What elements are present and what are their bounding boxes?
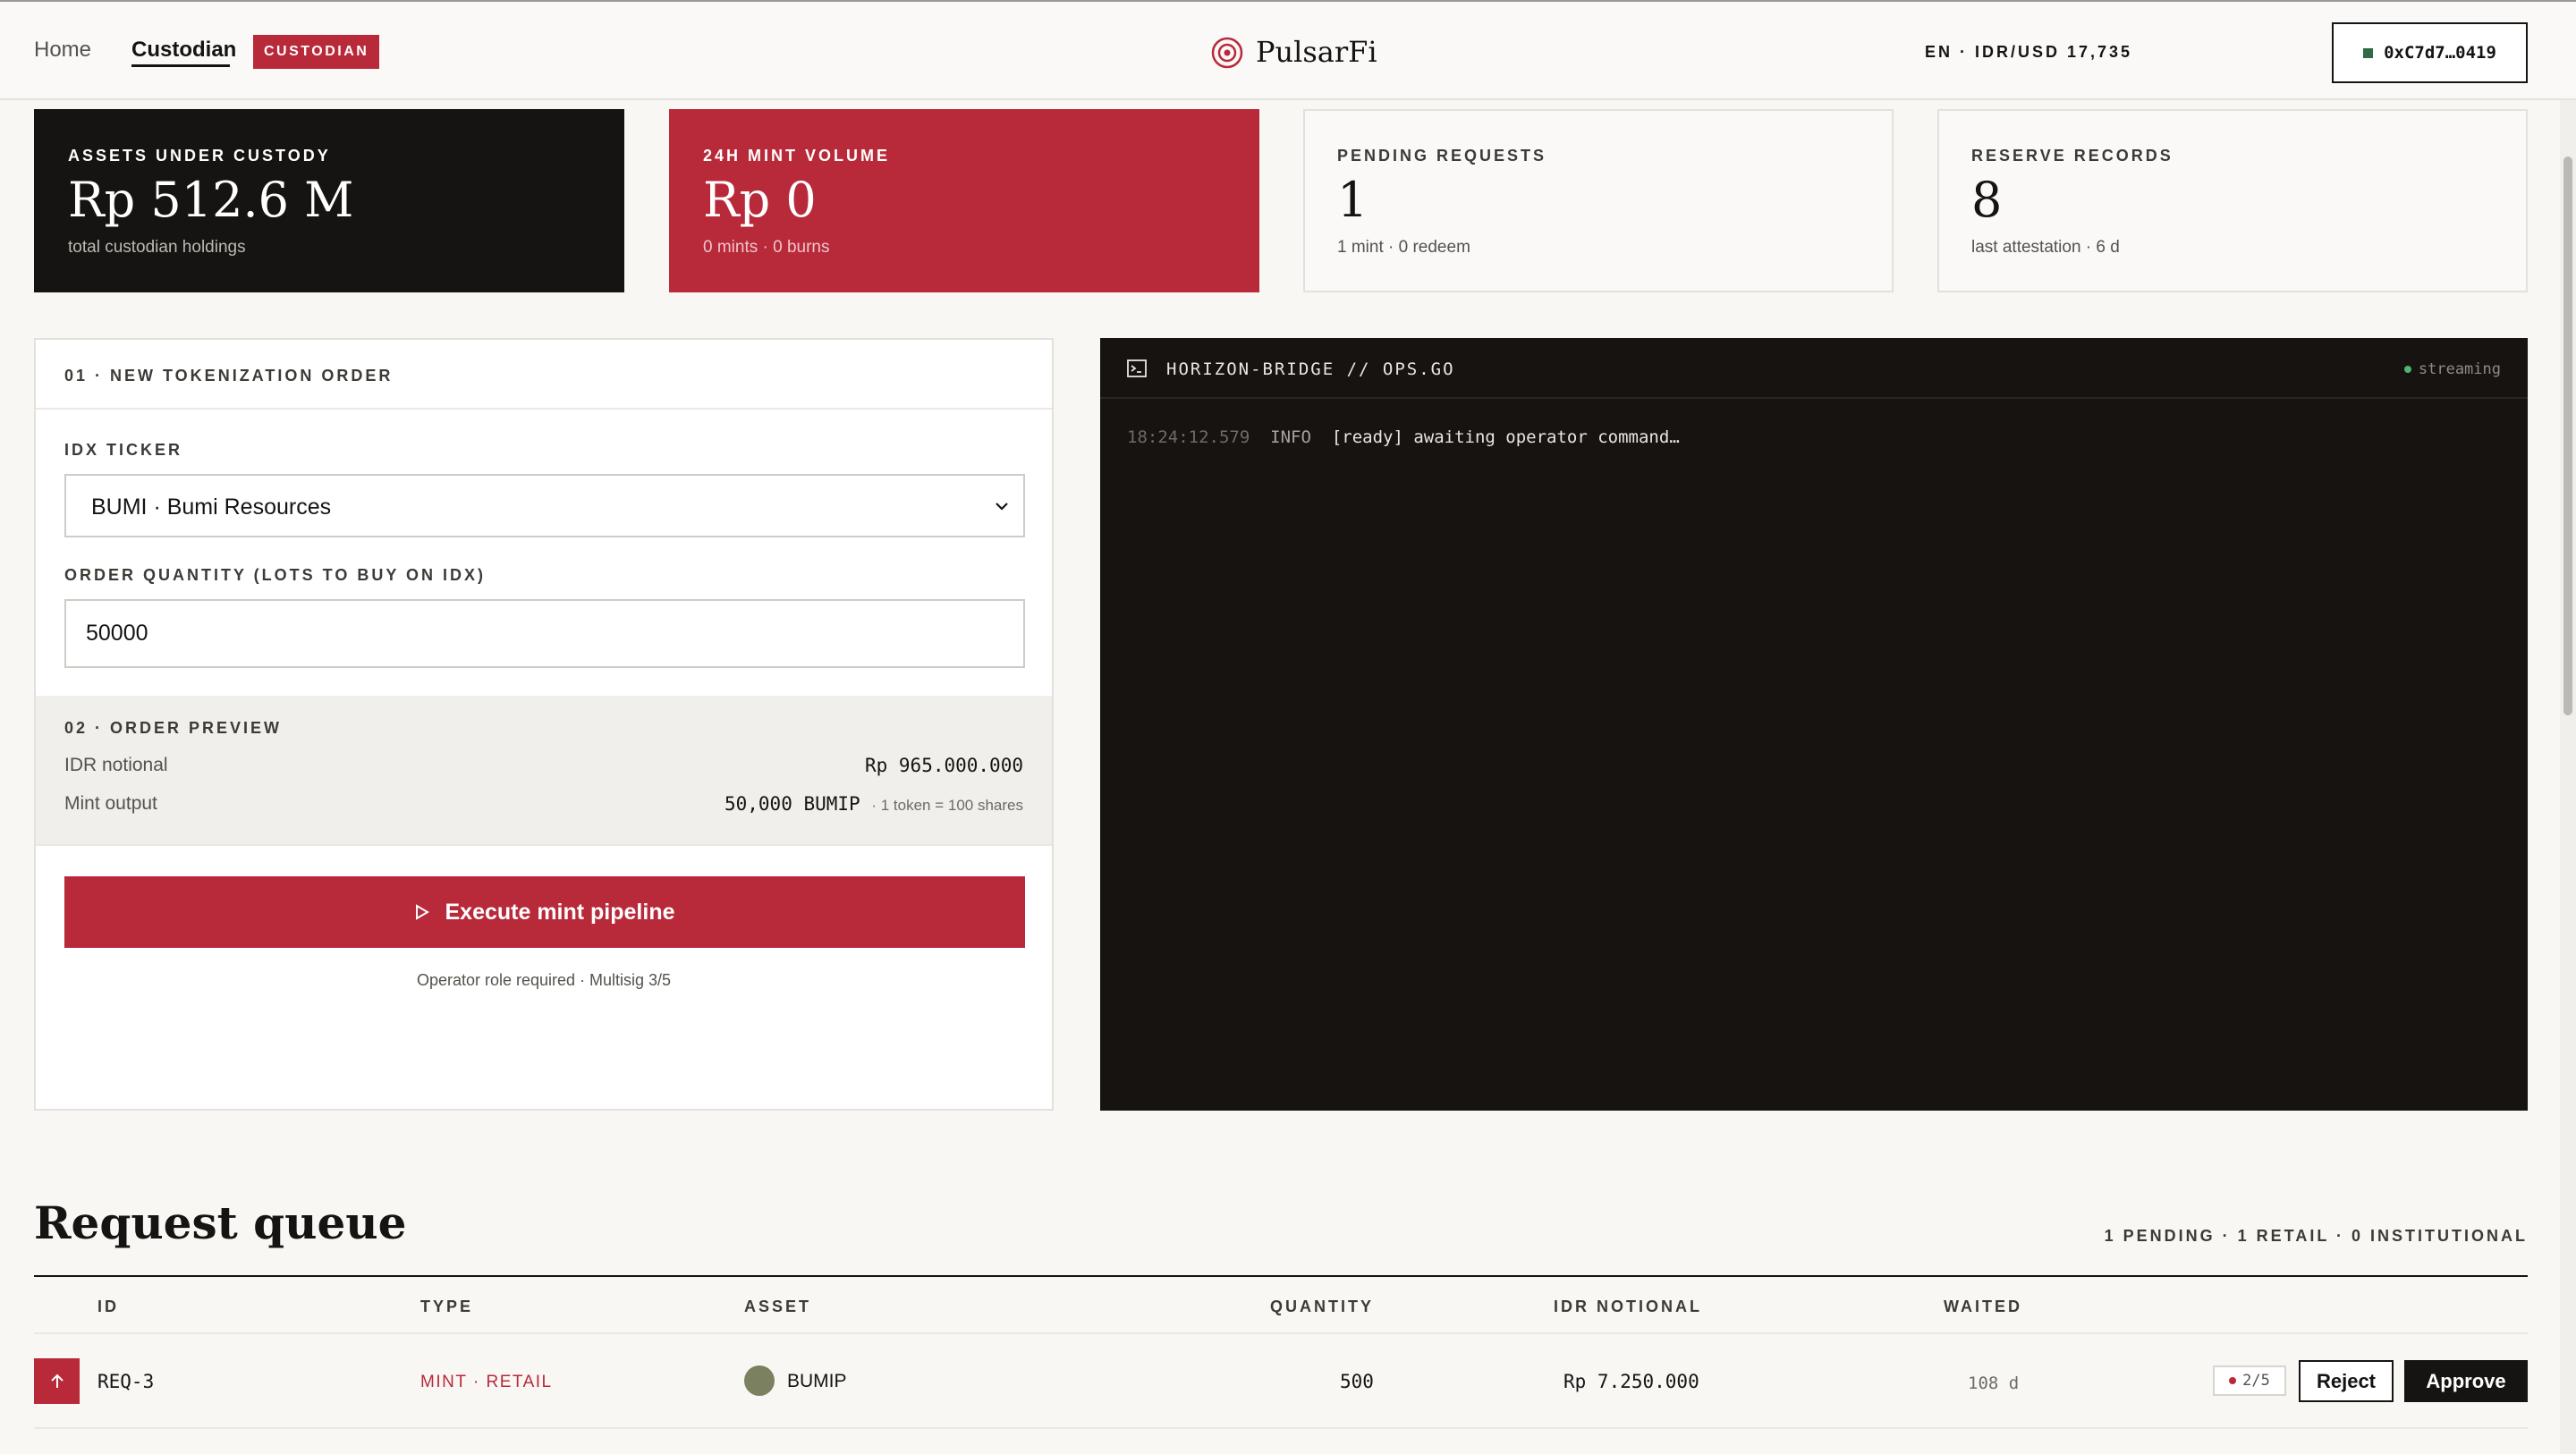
tokenization-order-panel: 01 · NEW TOKENIZATION ORDER IDX TICKER B…: [34, 338, 1054, 1111]
approve-button[interactable]: Approve: [2404, 1360, 2528, 1402]
mint-ratio-note: · 1 token = 100 shares: [871, 797, 1023, 814]
column-header-notional: IDR NOTIONAL: [1554, 1298, 1702, 1315]
mint-output-label: Mint output: [64, 793, 157, 814]
stat-value: Rp 512.6 M: [68, 172, 354, 228]
wallet-button[interactable]: 0xC7d7…0419: [2332, 22, 2528, 83]
column-header-type: TYPE: [420, 1298, 474, 1315]
execute-requirement-note: Operator role required · Multisig 3/5: [416, 971, 672, 989]
signature-count-badge: 2/5: [2213, 1365, 2286, 1396]
stat-subtext: 1 mint · 0 redeem: [1337, 238, 1470, 257]
column-header-quantity: QUANTITY: [1270, 1298, 1374, 1315]
table-row-divider: [34, 1427, 2528, 1429]
stream-status-label: streaming: [2418, 360, 2501, 378]
stat-value: 1: [1337, 172, 1368, 228]
log-timestamp: 18:24:12.579: [1127, 427, 1250, 447]
brand-logo-icon: [1211, 37, 1243, 69]
stat-label: PENDING REQUESTS: [1337, 147, 1547, 165]
stat-card-reserve: RESERVE RECORDS 8 last attestation · 6 d: [1937, 109, 2528, 292]
stat-value: Rp 0: [703, 172, 817, 228]
request-type: MINT · RETAIL: [420, 1373, 553, 1391]
column-header-id: ID: [97, 1298, 119, 1315]
stat-label: RESERVE RECORDS: [1971, 147, 2174, 165]
execute-mint-label: Execute mint pipeline: [445, 899, 675, 925]
notional-label: IDR notional: [64, 755, 168, 775]
brand-logo[interactable]: PulsarFi: [1209, 32, 1377, 72]
stream-status-dot: [2403, 366, 2411, 373]
log-level: INFO: [1270, 427, 1311, 447]
log-line: 18:24:12.579 INFO [ready] awaiting opera…: [1127, 427, 1680, 447]
preview-row-mint: Mint output 50,000 BUMIP · 1 token = 100…: [64, 790, 1023, 816]
chevron-down-icon: [996, 503, 1008, 511]
nav-home-link[interactable]: Home: [34, 38, 91, 63]
column-header-waited: WAITED: [1944, 1298, 2022, 1315]
wallet-address: 0xC7d7…0419: [2384, 43, 2496, 63]
request-asset: BUMIP: [787, 1371, 847, 1391]
ticker-label: IDX TICKER: [64, 441, 183, 459]
request-notional: Rp 7.250.000: [1563, 1371, 1699, 1392]
terminal-header: HORIZON-BRIDGE // OPS.GO streaming: [1100, 338, 2528, 399]
preview-row-notional: IDR notional Rp 965.000.000: [64, 751, 1023, 778]
order-panel-header: 01 · NEW TOKENIZATION ORDER: [36, 340, 1052, 410]
log-message: [ready] awaiting operator command…: [1331, 427, 1680, 447]
quantity-label: ORDER QUANTITY (LOTS TO BUY ON IDX): [64, 566, 487, 584]
preview-title: 02 · ORDER PREVIEW: [64, 719, 283, 737]
signature-status-dot: [2229, 1377, 2237, 1384]
active-nav-indicator: [131, 64, 230, 67]
stat-subtext: 0 mints · 0 burns: [703, 238, 830, 257]
request-waited: 108 d: [1968, 1374, 2020, 1393]
order-preview: 02 · ORDER PREVIEW IDR notional Rp 965.0…: [36, 696, 1052, 846]
stat-subtext: last attestation · 6 d: [1971, 238, 2120, 257]
brand-name: PulsarFi: [1256, 35, 1377, 69]
ticker-selected-value: BUMI · Bumi Resources: [91, 495, 332, 520]
stat-card-pending: PENDING REQUESTS 1 1 mint · 0 redeem: [1303, 109, 1894, 292]
play-icon: [416, 904, 430, 920]
stat-label: 24H MINT VOLUME: [703, 147, 891, 165]
terminal-icon: [1127, 359, 1147, 377]
quantity-input[interactable]: 50000: [64, 599, 1025, 668]
mint-output-value: 50,000 BUMIP · 1 token = 100 shares: [724, 793, 1023, 815]
queue-header-rule: [34, 1275, 2528, 1277]
stat-card-mint-volume: 24H MINT VOLUME Rp 0 0 mints · 0 burns: [669, 109, 1259, 292]
reject-button[interactable]: Reject: [2299, 1360, 2394, 1402]
signature-count: 2/5: [2242, 1372, 2270, 1390]
request-queue-title: Request queue: [34, 1196, 407, 1249]
stat-label: ASSETS UNDER CUSTODY: [68, 147, 331, 165]
execute-mint-button[interactable]: Execute mint pipeline: [64, 876, 1025, 948]
role-badge: CUSTODIAN: [253, 35, 380, 69]
ticker-select[interactable]: BUMI · Bumi Resources: [64, 474, 1025, 537]
stat-card-assets: ASSETS UNDER CUSTODY Rp 512.6 M total cu…: [34, 109, 624, 292]
stream-status: streaming: [2403, 360, 2501, 378]
scrollbar-thumb[interactable]: [2563, 156, 2572, 715]
table-header-divider: [34, 1332, 2528, 1334]
locale-rate-indicator[interactable]: EN · IDR/USD 17,735: [1925, 43, 2132, 62]
request-quantity: 500: [1340, 1371, 1374, 1392]
stat-subtext: total custodian holdings: [68, 238, 246, 257]
notional-value: Rp 965.000.000: [864, 755, 1023, 776]
asset-token-icon: [744, 1365, 775, 1396]
stat-value: 8: [1971, 172, 2003, 228]
arrow-up-icon: [50, 1374, 64, 1388]
order-panel-title: 01 · NEW TOKENIZATION ORDER: [64, 367, 394, 385]
column-header-asset: ASSET: [744, 1298, 812, 1315]
wallet-status-dot: [2363, 47, 2374, 58]
nav-custodian-link[interactable]: Custodian: [131, 38, 236, 63]
request-id: REQ-3: [97, 1371, 155, 1392]
terminal-title: HORIZON-BRIDGE // OPS.GO: [1166, 359, 1455, 379]
ops-terminal: HORIZON-BRIDGE // OPS.GO streaming 18:24…: [1100, 338, 2528, 1111]
request-queue-summary: 1 PENDING · 1 RETAIL · 0 INSTITUTIONAL: [2104, 1227, 2528, 1245]
mint-type-icon: [34, 1358, 80, 1404]
top-header: Home Custodian CUSTODIAN PulsarFi EN · I…: [0, 2, 2576, 100]
